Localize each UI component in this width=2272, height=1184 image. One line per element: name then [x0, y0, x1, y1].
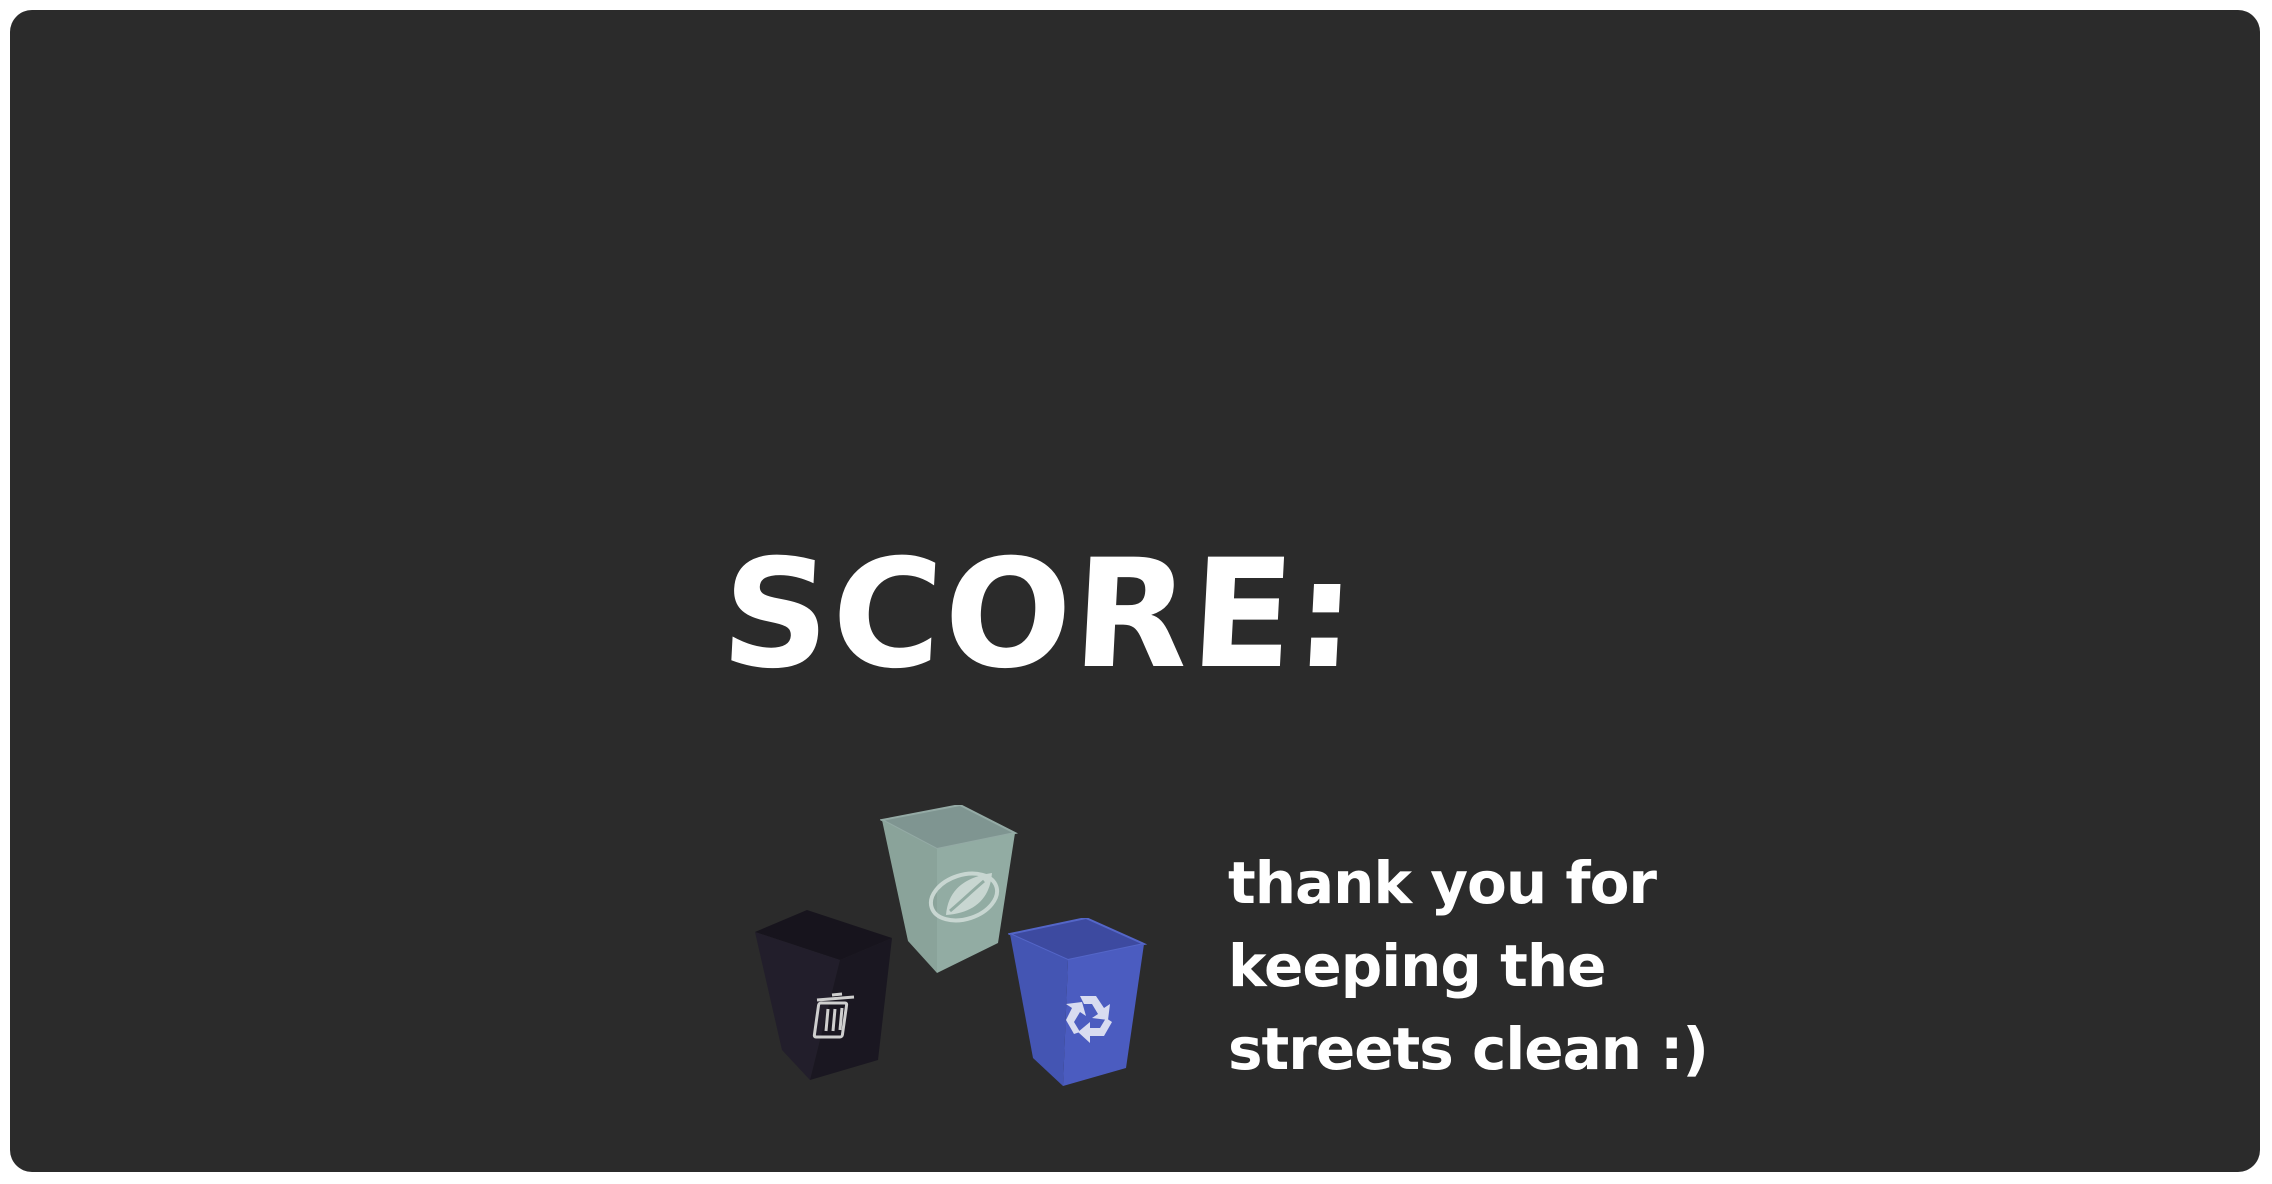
recycling-bin — [1008, 918, 1148, 1086]
message-line: thank you for — [1228, 849, 1657, 917]
trash-bin — [755, 910, 892, 1080]
score-label: SCORE: — [717, 528, 1363, 702]
message-line: keeping the — [1228, 932, 1606, 1000]
message-line: streets clean :) — [1228, 1015, 1709, 1083]
bins-illustration — [750, 790, 1150, 1110]
thank-you-message: thank you for keeping the streets clean … — [1228, 842, 1709, 1091]
game-screen: SCORE: thank you for keeping the streets… — [10, 10, 2260, 1172]
